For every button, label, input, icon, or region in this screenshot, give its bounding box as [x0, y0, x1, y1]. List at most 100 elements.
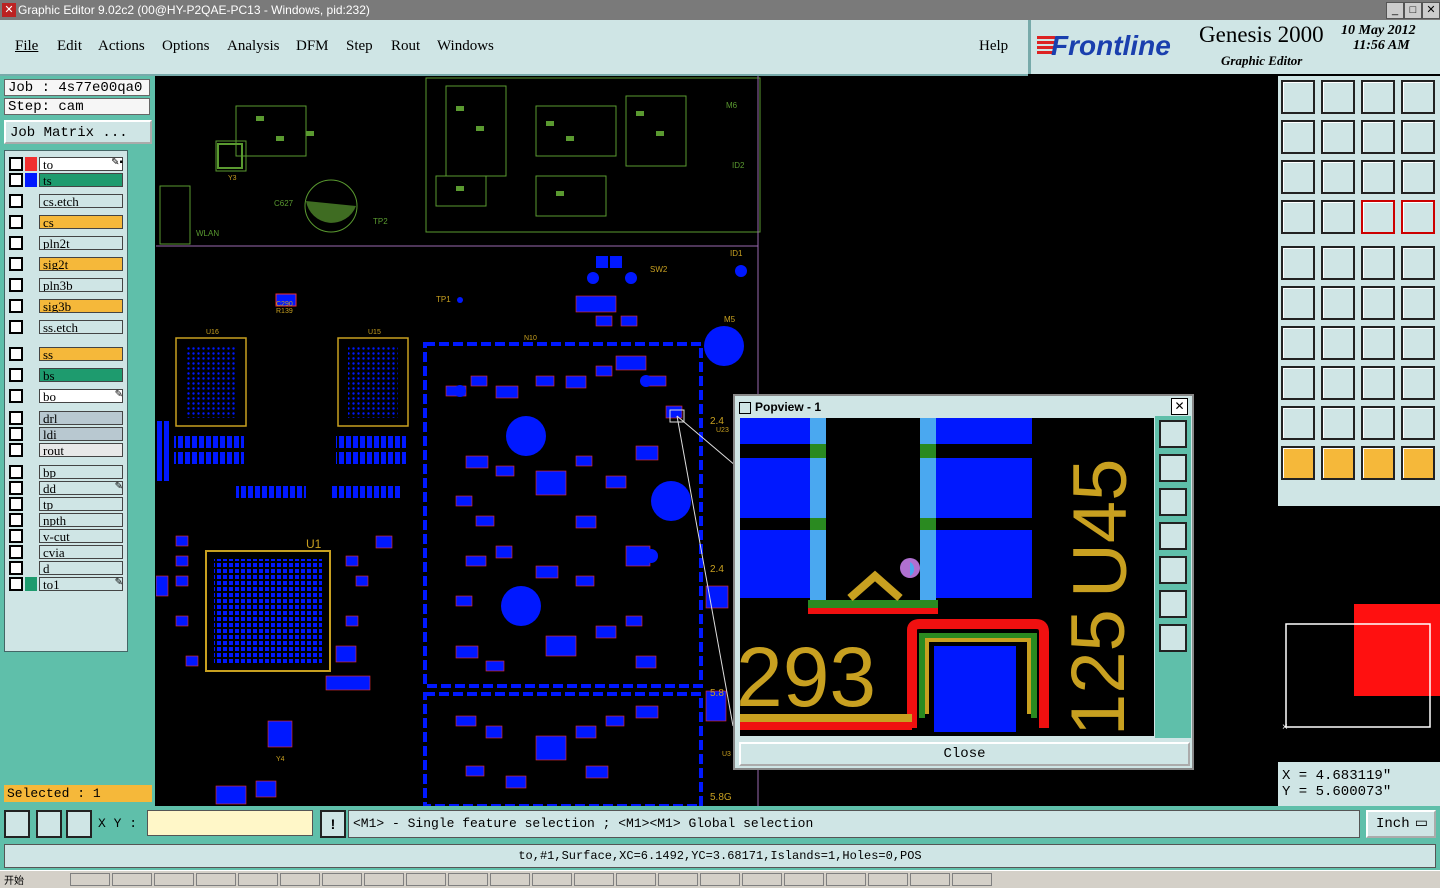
taskbar-item[interactable] [784, 873, 824, 886]
layer-row-bo[interactable]: bo ✎ [5, 389, 127, 403]
center-icon[interactable] [1321, 160, 1355, 194]
start-button[interactable]: 开始 [4, 872, 24, 887]
maximize-button[interactable]: □ [1404, 2, 1422, 19]
taskbar-item[interactable] [70, 873, 110, 886]
polygon-icon[interactable] [1321, 246, 1355, 280]
layer-checkbox[interactable] [9, 299, 23, 313]
alert-icon[interactable]: ! [320, 810, 346, 838]
popview-window[interactable]: Popview - 1 ✕ 293 U45 125 Close [733, 394, 1194, 770]
snap-mode-icon[interactable] [4, 810, 30, 838]
save-icon[interactable] [1321, 80, 1355, 114]
layer-row-bp[interactable]: bp [5, 465, 127, 479]
taskbar-item[interactable] [532, 873, 572, 886]
clipboard-icon[interactable] [1281, 200, 1315, 234]
layer-checkbox[interactable] [9, 320, 23, 334]
app-close-icon[interactable]: ✕ [2, 3, 16, 17]
popview-menu-icon[interactable] [739, 401, 751, 414]
angle-icon[interactable] [1281, 326, 1315, 360]
taskbar-item[interactable] [406, 873, 446, 886]
window-split-icon[interactable] [1401, 80, 1435, 114]
layer-row-to[interactable]: to ✎▪ [5, 157, 127, 171]
xy-input[interactable] [147, 810, 313, 836]
menu-dfm[interactable]: DFM [296, 38, 329, 55]
pointer-box-icon[interactable] [1321, 446, 1355, 480]
a-triangle-icon[interactable] [1361, 406, 1395, 440]
menu-rout[interactable]: Rout [391, 38, 420, 55]
layer-row-cs.etch[interactable]: cs.etch [5, 194, 127, 208]
taskbar-item[interactable] [700, 873, 740, 886]
layer-checkbox[interactable] [9, 157, 23, 171]
taskbar-item[interactable] [868, 873, 908, 886]
move-point-icon[interactable] [1401, 286, 1435, 320]
grid-toggle-icon[interactable] [1321, 200, 1355, 234]
layer-row-bs[interactable]: bs [5, 368, 127, 382]
layer-checkbox[interactable] [9, 497, 23, 511]
menu-options[interactable]: Options [162, 38, 210, 55]
layer-checkbox[interactable] [9, 194, 23, 208]
unit-selector[interactable]: Inch ▭ [1366, 810, 1436, 838]
taskbar-item[interactable] [322, 873, 362, 886]
menu-file[interactable]: File [15, 38, 38, 55]
layer-checkbox[interactable] [9, 278, 23, 292]
taskbar-item[interactable] [490, 873, 530, 886]
layer-row-d[interactable]: d [5, 561, 127, 575]
popview-close-icon[interactable]: ✕ [1171, 398, 1188, 415]
layer-row-ss.etch[interactable]: ss.etch [5, 320, 127, 334]
pointer-select-icon[interactable] [1361, 446, 1395, 480]
zoom-back-icon[interactable] [1281, 120, 1315, 154]
line-icon[interactable] [1321, 326, 1355, 360]
layer-checkbox[interactable] [9, 236, 23, 250]
taskbar-item[interactable] [448, 873, 488, 886]
layer-checkbox[interactable] [9, 427, 23, 441]
layer-checkbox[interactable] [9, 368, 23, 382]
overview-window[interactable]: × [1278, 508, 1440, 762]
pointer-icon[interactable] [1281, 446, 1315, 480]
circle-select-icon[interactable] [1401, 246, 1435, 280]
popview-pan-right-icon[interactable] [1159, 556, 1187, 584]
layer-row-ts[interactable]: ts [5, 173, 127, 187]
layer-checkbox[interactable] [9, 215, 23, 229]
popview-close-button[interactable]: Close [739, 742, 1190, 766]
add-point-icon[interactable] [1361, 286, 1395, 320]
layer-row-rout[interactable]: rout [5, 443, 127, 457]
layer-display-icon[interactable] [1361, 200, 1395, 234]
menu-windows[interactable]: Windows [437, 38, 494, 55]
job-matrix-button[interactable]: Job Matrix ... [4, 120, 152, 144]
layer-checkbox[interactable] [9, 173, 23, 187]
menu-step[interactable]: Step [346, 38, 373, 55]
layer-row-pln3b[interactable]: pln3b [5, 278, 127, 292]
layer-row-ldi[interactable]: ldi [5, 427, 127, 441]
taskbar-item[interactable] [112, 873, 152, 886]
layer-row-npth[interactable]: npth [5, 513, 127, 527]
layer-compare-icon[interactable] [1401, 200, 1435, 234]
layer-checkbox[interactable] [9, 443, 23, 457]
layer-checkbox[interactable] [9, 561, 23, 575]
layer-checkbox[interactable] [9, 481, 23, 495]
zoom-forward-icon[interactable] [1321, 120, 1355, 154]
taskbar-item[interactable] [826, 873, 866, 886]
arc-icon[interactable] [1361, 326, 1395, 360]
scale-1-2-icon[interactable] [1361, 160, 1395, 194]
taskbar-item[interactable] [574, 873, 614, 886]
layer-checkbox[interactable] [9, 577, 23, 591]
triangle-outline-icon[interactable] [1321, 406, 1355, 440]
popview-zoom-in-icon[interactable] [1159, 590, 1187, 618]
taskbar-item[interactable] [280, 873, 320, 886]
layer-row-tp[interactable]: tp [5, 497, 127, 511]
group-icon[interactable] [1401, 366, 1435, 400]
fit-window-icon[interactable] [1281, 160, 1315, 194]
mirror-icon[interactable] [1361, 120, 1395, 154]
taskbar-item[interactable] [910, 873, 950, 886]
close-window-button[interactable]: ✕ [1422, 2, 1440, 19]
layer-checkbox[interactable] [9, 529, 23, 543]
menu-actions[interactable]: Actions [98, 38, 145, 55]
popview-zoom-out-icon[interactable] [1159, 624, 1187, 652]
a-triangle-2-icon[interactable] [1401, 406, 1435, 440]
popview-pan-up-icon[interactable] [1159, 454, 1187, 482]
popview-canvas[interactable]: 293 U45 125 [740, 418, 1154, 736]
delete-point-icon[interactable] [1321, 286, 1355, 320]
layer-row-cvia[interactable]: cvia [5, 545, 127, 559]
taskbar-item[interactable] [742, 873, 782, 886]
layer-row-drl[interactable]: drl [5, 411, 127, 425]
connect-pads-icon[interactable] [1281, 286, 1315, 320]
